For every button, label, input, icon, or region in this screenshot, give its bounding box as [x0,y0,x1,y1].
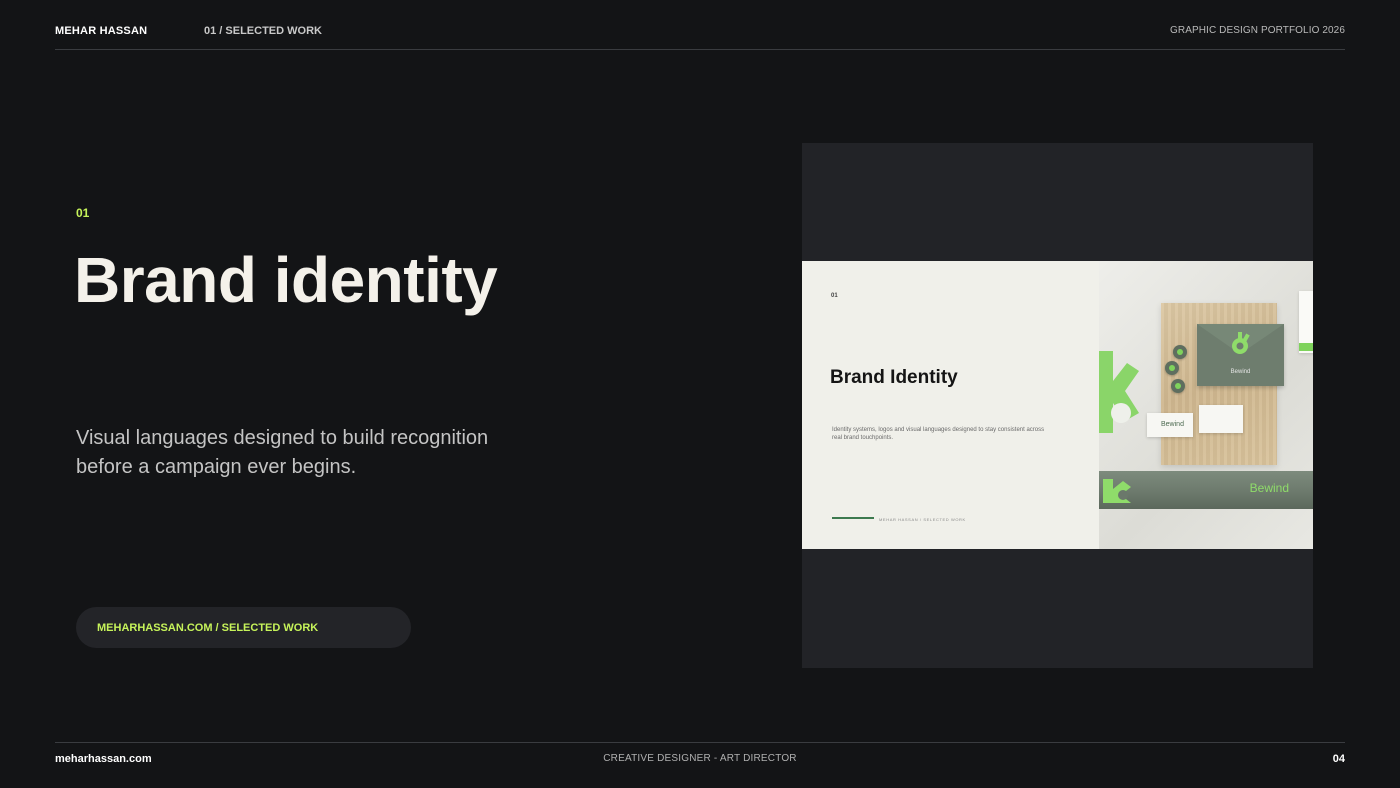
brand-name[interactable]: MEHAR HASSAN [55,25,147,37]
page-number: 04 [1332,753,1345,765]
selected-work-link[interactable]: MEHARHASSAN.COM / SELECTED WORK [76,607,411,648]
mockup-envelope: Bewind [1197,324,1284,386]
selected-work-link-label[interactable]: MEHARHASSAN.COM / SELECTED WORK [97,622,318,634]
mockup-business-card-back [1199,405,1243,433]
card-brand-word: Bewind [1161,421,1184,428]
portfolio-label: GRAPHIC DESIGN PORTFOLIO 2026 [1170,25,1345,36]
slide-footer: MEHAR HASSAN / SELECTED WORK [879,517,966,522]
slide-number: 01 [831,293,838,299]
mockup-sticker [1173,345,1187,359]
envelope-brand-word: Bewind [1230,369,1251,375]
preview-slide: 01 Brand Identity Identity systems, logo… [802,261,1313,549]
project-preview-card[interactable]: 01 Brand Identity Identity systems, logo… [802,143,1313,668]
mockup-business-card: Bewind [1147,413,1193,437]
mockup-poster-tube: Bewind [1099,471,1313,509]
top-bar: MEHAR HASSAN 01 / SELECTED WORK GRAPHIC … [55,0,1345,50]
page-title: Brand identity [74,244,498,316]
role-label: CREATIVE DESIGNER - ART DIRECTOR [603,753,797,764]
brand-mockup-image: Bewind Bewind Bewind [1099,261,1313,549]
bottom-bar: meharhassan.com CREATIVE DESIGNER - ART … [55,742,1345,788]
mockup-sticker [1171,379,1185,393]
slide-text-panel: 01 Brand Identity Identity systems, logo… [802,261,1099,549]
brand-logo-icon [1232,332,1250,354]
tube-logo-icon [1103,479,1131,503]
mockup-sticker [1165,361,1179,375]
slide-accent-line [832,517,874,519]
project-description: Visual languages designed to build recog… [76,427,489,478]
tube-brand-word: Bewind [1249,481,1289,495]
section-label: 01 / SELECTED WORK [204,25,322,37]
mockup-side-card [1299,291,1313,353]
slide-description: Identity systems, logos and visual langu… [832,427,1045,441]
slide-title: Brand Identity [830,367,958,388]
project-number: 01 [76,206,90,220]
brand-logo-large-icon [1099,351,1139,433]
